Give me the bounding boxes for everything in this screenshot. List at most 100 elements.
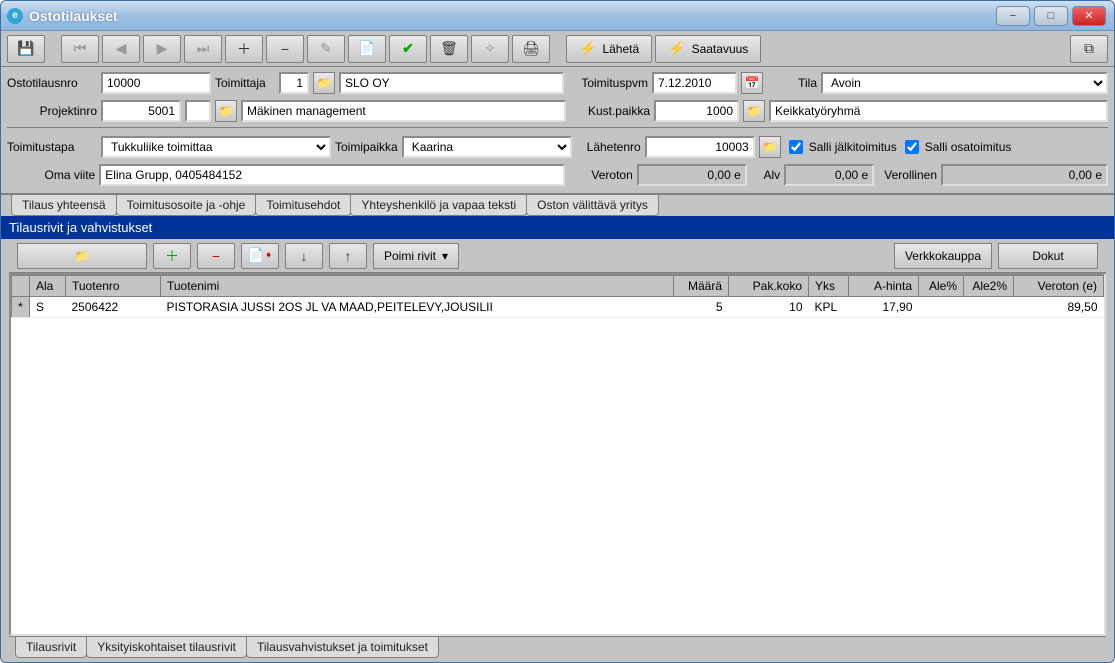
col-veroton[interactable]: Veroton (e) [1014, 276, 1104, 297]
tab-tilausvahvistukset[interactable]: Tilausvahvistukset ja toimitukset [246, 637, 439, 658]
grid-add-button[interactable]: ＋ [153, 243, 191, 269]
table-row[interactable]: * S 2506422 PISTORASIA JUSSI 2OS JL VA M… [12, 297, 1104, 318]
toimituspvm-label: Toimituspvm [568, 76, 648, 90]
bolt-icon: ⚡ [579, 40, 596, 57]
cell-tuotenimi[interactable]: PISTORASIA JUSSI 2OS JL VA MAAD,PEITELEV… [161, 297, 674, 318]
save-icon[interactable]: 💾 [7, 35, 45, 63]
tab-tilaus-yhteensa[interactable]: Tilaus yhteensä [11, 195, 117, 216]
next-record-icon[interactable]: ▶ [143, 35, 181, 63]
app-icon: e [7, 8, 23, 24]
minimize-button[interactable]: − [996, 6, 1030, 26]
col-pakkoko[interactable]: Pak.koko [729, 276, 809, 297]
cell-yks[interactable]: KPL [809, 297, 849, 318]
tab-tilausrivit[interactable]: Tilausrivit [15, 637, 87, 658]
cell-tuotenro[interactable]: 2506422 [66, 297, 161, 318]
poimi-button[interactable]: Poimi rivit ▾ [373, 243, 459, 269]
toimitustapa-select[interactable]: Tukkuliike toimittaa [101, 136, 331, 158]
add-record-icon[interactable]: ＋ [225, 35, 263, 63]
grid-move-up-button[interactable]: ↑ [329, 243, 367, 269]
alv-value [784, 164, 874, 186]
close-button[interactable]: ✕ [1072, 6, 1106, 26]
availability-button[interactable]: ⚡ Saatavuus [655, 35, 761, 63]
col-ahinta[interactable]: A-hinta [849, 276, 919, 297]
omaviite-label: Oma viite [7, 168, 95, 182]
cell-ahinta[interactable]: 17,90 [849, 297, 919, 318]
projektinro-label: Projektinro [7, 104, 97, 118]
toimittaja-name-input[interactable] [339, 72, 564, 94]
tab-toimitusosoite[interactable]: Toimitusosoite ja -ohje [116, 195, 257, 216]
wand-icon[interactable]: ✧ [471, 35, 509, 63]
salli-jalkitoimitus-input[interactable] [789, 140, 803, 154]
salli-osatoimitus-input[interactable] [905, 140, 919, 154]
col-maara[interactable]: Määrä [674, 276, 729, 297]
tab-toimitusehdot[interactable]: Toimitusehdot [255, 195, 351, 216]
cell-maara[interactable]: 5 [674, 297, 729, 318]
tab-yksityiskohtaiset[interactable]: Yksityiskohtaiset tilausrivit [86, 637, 247, 658]
toimittaja-label: Toimittaja [215, 76, 275, 90]
grid-export-button[interactable]: 📄➧ [241, 243, 279, 269]
delete-icon[interactable]: 🗑 [430, 35, 468, 63]
send-label: Lähetä [602, 42, 639, 56]
cascade-icon[interactable]: ⧉ [1070, 35, 1108, 63]
omaviite-input[interactable] [99, 164, 565, 186]
projektinro-input[interactable] [101, 100, 181, 122]
salli-osatoimitus-checkbox[interactable]: Salli osatoimitus [901, 137, 1012, 157]
lahetenro-lookup-button[interactable]: 📁 [759, 136, 781, 158]
data-grid[interactable]: Ala Tuotenro Tuotenimi Määrä Pak.koko Yk… [9, 273, 1106, 636]
grid-move-down-button[interactable]: ↓ [285, 243, 323, 269]
edit-icon[interactable]: ✎ [307, 35, 345, 63]
projektinro-sub-input[interactable] [185, 100, 211, 122]
apply-icon[interactable]: ✔ [389, 35, 427, 63]
toimituspvm-input[interactable] [652, 72, 737, 94]
cell-pakkoko[interactable]: 10 [729, 297, 809, 318]
send-button[interactable]: ⚡ Lähetä [566, 35, 652, 63]
salli-jalkitoimitus-checkbox[interactable]: Salli jälkitoimitus [785, 137, 897, 157]
toimipaikka-select[interactable]: Kaarina [402, 136, 572, 158]
ostotilausnro-label: Ostotilausnro [7, 76, 97, 90]
cell-ale2[interactable] [964, 297, 1014, 318]
kustpaikka-name-input[interactable] [769, 100, 1108, 122]
dokut-button[interactable]: Dokut [998, 243, 1098, 269]
tila-select[interactable]: Avoin [821, 72, 1108, 94]
cell-ala[interactable]: S [30, 297, 66, 318]
verkkokauppa-button[interactable]: Verkkokauppa [894, 243, 992, 269]
tab-yhteyshenkilo[interactable]: Yhteyshenkilö ja vapaa teksti [350, 195, 527, 216]
projekti-lookup-button[interactable]: 📁 [215, 100, 237, 122]
print-icon[interactable]: 🖨 [512, 35, 550, 63]
lahetenro-label: Lähetenro [576, 140, 641, 154]
col-ale[interactable]: Ale% [919, 276, 964, 297]
alv-label: Alv [751, 168, 780, 182]
row-marker: * [12, 297, 30, 318]
maximize-button[interactable]: □ [1034, 6, 1068, 26]
kustpaikka-lookup-button[interactable]: 📁 [743, 100, 765, 122]
kustpaikka-input[interactable] [654, 100, 739, 122]
tab-oston-valittava[interactable]: Oston välittävä yritys [526, 195, 659, 216]
prev-record-icon[interactable]: ◀ [102, 35, 140, 63]
col-yks[interactable]: Yks [809, 276, 849, 297]
lahetenro-input[interactable] [645, 136, 755, 158]
folder-icon: 📁 [75, 249, 90, 263]
toimittaja-num-input[interactable] [279, 72, 309, 94]
toimittaja-lookup-button[interactable]: 📁 [313, 72, 335, 94]
kustpaikka-label: Kust.paikka [570, 104, 650, 118]
ostotilausnro-input[interactable] [101, 72, 211, 94]
calendar-button[interactable]: 📅 [741, 72, 763, 94]
availability-label: Saatavuus [692, 42, 749, 56]
titlebar: e Ostotilaukset − □ ✕ [1, 1, 1114, 31]
projekti-name-input[interactable] [241, 100, 566, 122]
remove-record-icon[interactable]: − [266, 35, 304, 63]
last-record-icon[interactable]: ⏭ [184, 35, 222, 63]
col-tuotenimi[interactable]: Tuotenimi [161, 276, 674, 297]
cell-veroton[interactable]: 89,50 [1014, 297, 1104, 318]
col-marker [12, 276, 30, 297]
cell-ale[interactable] [919, 297, 964, 318]
grid-folder-button[interactable]: 📁 [17, 243, 147, 269]
grid-remove-button[interactable]: − [197, 243, 235, 269]
form-area: Ostotilausnro Toimittaja 📁 Toimituspvm 📅… [1, 67, 1114, 194]
col-ale2[interactable]: Ale2% [964, 276, 1014, 297]
col-ala[interactable]: Ala [30, 276, 66, 297]
toimipaikka-label: Toimipaikka [335, 140, 398, 154]
copy-icon[interactable]: 📄 [348, 35, 386, 63]
first-record-icon[interactable]: ⏮ [61, 35, 99, 63]
col-tuotenro[interactable]: Tuotenro [66, 276, 161, 297]
